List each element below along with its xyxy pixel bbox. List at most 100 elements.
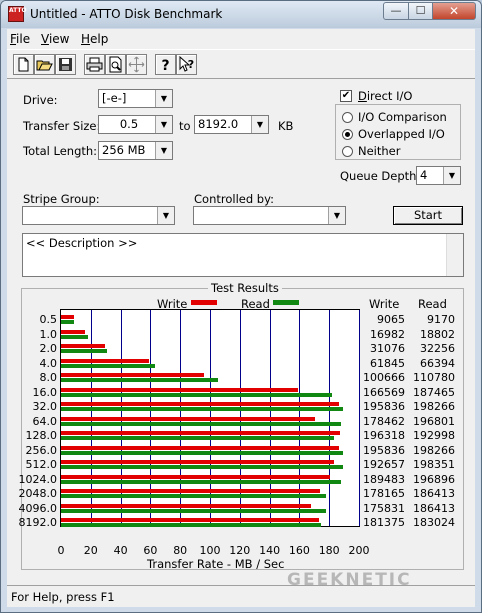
- start-button[interactable]: Start: [393, 206, 463, 225]
- queue-depth-label: Queue Depth:: [340, 169, 421, 183]
- overlapped-io-radio[interactable]: [342, 129, 353, 140]
- stripe-group-label: Stripe Group:: [23, 192, 100, 206]
- category-label: 1024.0: [18, 472, 58, 486]
- x-tick-label: 80: [173, 544, 188, 557]
- read-bar: [61, 508, 326, 513]
- write-bar: [61, 503, 311, 508]
- read-value: 192998: [413, 429, 455, 442]
- read-value: 196801: [413, 414, 455, 428]
- category-label: 64.0: [32, 414, 58, 428]
- write-value: 61845: [370, 356, 405, 370]
- direct-io-label: Direct I/O: [358, 89, 413, 103]
- chevron-down-icon[interactable]: ▼: [157, 207, 174, 224]
- print-icon[interactable]: [84, 54, 105, 75]
- x-tick-label: 60: [143, 544, 158, 557]
- read-bar: [61, 349, 107, 353]
- menu-view[interactable]: View: [41, 32, 69, 46]
- read-bar: [61, 450, 343, 455]
- legend-write-swatch: [191, 300, 217, 305]
- save-icon[interactable]: [55, 54, 76, 75]
- to-label: to: [179, 119, 191, 133]
- queue-depth-select[interactable]: 4 ▼: [416, 166, 461, 185]
- write-value: 178165: [363, 487, 405, 500]
- chevron-down-icon[interactable]: ▼: [443, 167, 460, 184]
- transfer-size-to-select[interactable]: 8192.0 ▼: [194, 115, 269, 134]
- io-comparison-radio[interactable]: [342, 112, 353, 123]
- write-bar: [61, 445, 340, 450]
- help-icon[interactable]: ?: [155, 54, 176, 75]
- write-value: 195836: [363, 443, 405, 457]
- write-value: 166569: [363, 385, 405, 399]
- description-box[interactable]: << Description >>: [22, 233, 464, 277]
- category-label: 8192.0: [18, 516, 58, 529]
- chevron-down-icon[interactable]: ▼: [155, 90, 172, 107]
- x-tick-label: 200: [348, 544, 370, 557]
- drive-value: [-e-]: [102, 91, 127, 105]
- overlapped-io-label: Overlapped I/O: [358, 127, 445, 141]
- read-value: 198351: [413, 458, 455, 471]
- chevron-down-icon[interactable]: ▼: [328, 207, 345, 224]
- read-value: 187465: [413, 385, 455, 399]
- open-icon[interactable]: [34, 54, 55, 75]
- context-help-icon[interactable]: ?: [176, 54, 197, 75]
- category-label: 16.0: [32, 385, 58, 399]
- neither-label: Neither: [358, 144, 401, 158]
- read-bar: [61, 436, 335, 440]
- category-label: 128.0: [25, 429, 58, 442]
- category-label: 2.0: [39, 342, 58, 355]
- total-length-value: 256 MB: [102, 143, 146, 157]
- menu-file[interactable]: File: [10, 32, 30, 46]
- window-title: Untitled - ATTO Disk Benchmark: [30, 7, 223, 21]
- write-value: 175831: [363, 501, 405, 515]
- read-bar: [61, 523, 322, 527]
- write-value: 181375: [363, 516, 405, 529]
- read-value: 66394: [420, 356, 455, 370]
- total-length-select[interactable]: 256 MB ▼: [98, 141, 173, 160]
- description-scrollbar[interactable]: [446, 234, 463, 276]
- write-bar: [61, 416, 315, 421]
- x-tick-label: 20: [83, 544, 98, 557]
- close-button[interactable]: ✕: [432, 2, 476, 20]
- write-bar: [61, 387, 298, 392]
- read-value: 18802: [420, 327, 455, 341]
- neither-radio[interactable]: [342, 146, 353, 157]
- chevron-down-icon[interactable]: ▼: [155, 116, 172, 133]
- category-label: 4.0: [39, 356, 58, 370]
- write-bar: [61, 358, 149, 363]
- title-bar[interactable]: ATTO Untitled - ATTO Disk Benchmark — ☐ …: [1, 1, 481, 28]
- svg-text:?: ?: [161, 58, 169, 74]
- minimize-button[interactable]: —: [383, 2, 409, 20]
- x-axis-label: Transfer Rate - MB / Sec: [147, 557, 285, 571]
- toolbar: ? ?: [7, 49, 475, 79]
- write-bar: [61, 431, 340, 435]
- transfer-size-from-select[interactable]: 0.5 ▼: [98, 115, 173, 134]
- x-tick-label: 40: [113, 544, 128, 557]
- new-icon[interactable]: [13, 54, 34, 75]
- atto-app-icon[interactable]: ATTO: [8, 6, 27, 22]
- chevron-down-icon[interactable]: ▼: [155, 142, 172, 159]
- read-value: 32256: [420, 342, 455, 355]
- stripe-group-select[interactable]: ▼: [22, 206, 175, 225]
- read-value: 186413: [413, 501, 455, 515]
- move-icon[interactable]: [126, 54, 147, 75]
- transfer-size-to-value: 8192.0: [198, 117, 239, 131]
- print-preview-icon[interactable]: [105, 54, 126, 75]
- write-column-header: Write: [369, 297, 400, 311]
- kb-label: KB: [278, 119, 294, 133]
- x-tick-label: 100: [199, 544, 221, 557]
- category-label: 0.5: [39, 313, 58, 326]
- maximize-button[interactable]: ☐: [408, 2, 433, 20]
- drive-select[interactable]: [-e-] ▼: [98, 89, 173, 108]
- legend-read-swatch: [273, 300, 299, 305]
- chevron-down-icon[interactable]: ▼: [251, 116, 268, 133]
- read-bar: [61, 320, 74, 324]
- write-value: 31076: [370, 342, 405, 355]
- controlled-by-label: Controlled by:: [194, 192, 274, 206]
- category-label: 32.0: [32, 400, 58, 413]
- controlled-by-select[interactable]: ▼: [193, 206, 346, 225]
- direct-io-checkbox[interactable]: ✔: [340, 90, 352, 102]
- menu-help[interactable]: Help: [81, 32, 108, 46]
- read-bar: [61, 363, 156, 368]
- grid-line: [329, 310, 331, 526]
- read-value: 9170: [427, 313, 455, 326]
